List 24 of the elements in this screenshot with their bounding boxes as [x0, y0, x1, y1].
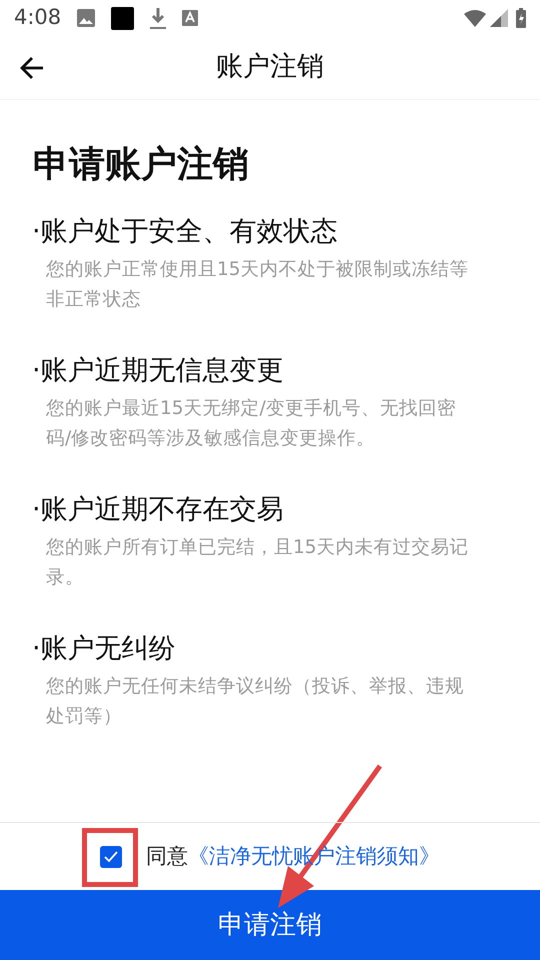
- check-icon: [104, 850, 118, 862]
- submit-button[interactable]: 申请注销: [0, 890, 540, 960]
- condition-description: 您的账户最近15天无绑定/变更手机号、无找回密码/修改密码等涉及敏感信息变更操作。: [46, 397, 457, 452]
- status-time: 4:08: [14, 4, 62, 32]
- battery-icon: [516, 8, 526, 28]
- font-icon: [182, 10, 198, 26]
- condition-title: ·账户近期无信息变更: [32, 354, 285, 388]
- agree-label: 同意: [146, 842, 188, 870]
- signal-icon: [490, 9, 508, 27]
- condition-title: ·账户近期不存在交易: [32, 493, 285, 528]
- condition-description: 您的账户正常使用且15天内不处于被限制或冻结等非正常状态: [46, 258, 470, 312]
- heading: 申请账户注销: [33, 143, 250, 187]
- download-icon: [150, 8, 166, 28]
- condition-description: 您的账户无任何未结争议纠纷（投诉、举报、违规处罚等）: [46, 675, 465, 730]
- square-icon: [111, 6, 134, 30]
- page-title: 账户注销: [216, 50, 324, 84]
- condition-description: 您的账户所有订单已完结，且15天内未有过交易记录。: [46, 536, 470, 590]
- condition-title: ·账户无纠纷: [32, 632, 177, 666]
- highlight-box: [82, 828, 138, 886]
- condition-title: ·账户处于安全、有效状态: [32, 215, 339, 249]
- terms-link[interactable]: 《洁净无忧账户注销须知》: [188, 840, 440, 872]
- image-icon: [77, 9, 96, 27]
- agree-checkbox[interactable]: [100, 846, 122, 868]
- wifi-icon: [464, 9, 486, 27]
